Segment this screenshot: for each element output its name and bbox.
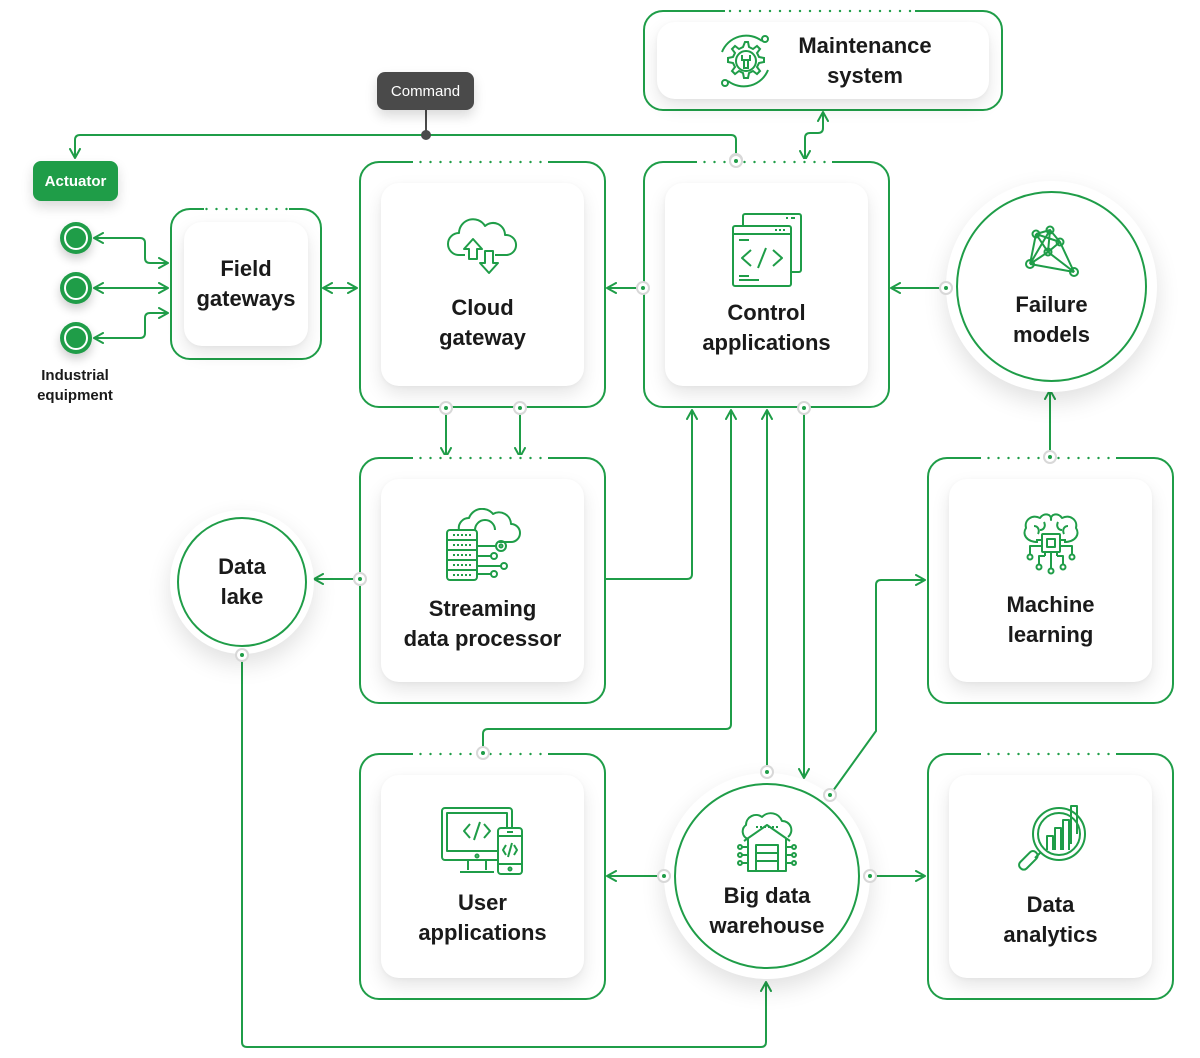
edge-equipment-1 [93, 232, 169, 269]
port-control-top-left-2 [729, 154, 743, 168]
user-applications-title: User applications [418, 889, 547, 945]
data-lake-title: Data lake [218, 554, 266, 609]
network-graph-icon [1024, 224, 1080, 280]
port-user-top [476, 746, 490, 760]
port-control-bottom [797, 401, 811, 415]
big-data-warehouse-node[interactable]: Big data warehouse [664, 773, 870, 979]
cloud-upload-download-icon [445, 217, 521, 279]
machine-learning-node[interactable]: Machine learning [927, 455, 1174, 704]
port-streaming-left [353, 572, 367, 586]
edge-control-maintenance [799, 111, 829, 161]
actuator-node[interactable]: Actuator [33, 161, 118, 201]
big-data-warehouse-title: Big data warehouse [709, 883, 825, 938]
port-lake-bottom [235, 648, 249, 662]
server-cloud-icon [445, 507, 521, 582]
cloud-warehouse-icon [736, 811, 798, 873]
edge-warehouse-to-ml [829, 574, 926, 796]
frame-dotted-gap [413, 159, 548, 165]
port-warehouse-top-right [823, 788, 837, 802]
actuator-label: Actuator [44, 172, 107, 190]
port-ml-top [1043, 450, 1057, 464]
user-applications-node[interactable]: User applications [359, 751, 606, 1000]
cloud-gateway-node[interactable]: Cloud gateway [359, 159, 606, 408]
streaming-data-processor-title: Streaming data processor [403, 595, 562, 651]
port-cloud-bottom-2 [513, 401, 527, 415]
desktop-mobile-code-icon [440, 806, 526, 878]
frame-dotted-gap [204, 206, 289, 212]
port-control-left [636, 281, 650, 295]
edge-control-to-actuator [69, 134, 737, 160]
frame-dotted-gap [697, 159, 832, 165]
edge-equipment-3 [93, 307, 169, 344]
port-cloud-bottom-1 [439, 401, 453, 415]
data-analytics-title: Data analytics [1003, 891, 1098, 947]
control-applications-node[interactable]: Control applications [643, 159, 890, 408]
brain-chip-icon [1018, 512, 1084, 578]
machine-learning-title: Machine learning [1006, 591, 1095, 647]
code-window-icon [731, 212, 803, 288]
industrial-equipment-2[interactable] [60, 272, 92, 304]
data-analytics-node[interactable]: Data analytics [927, 751, 1174, 1000]
port-warehouse-left [657, 869, 671, 883]
frame-dotted-gap [725, 8, 915, 14]
frame-dotted-gap [981, 751, 1116, 757]
industrial-equipment-1[interactable] [60, 222, 92, 254]
command-label: Command [377, 72, 474, 110]
edge-streaming-to-control [606, 409, 698, 580]
field-gateways-node[interactable]: Field gateways [170, 206, 322, 360]
failure-models-title: Failure models [1012, 291, 1091, 347]
cloud-gateway-title: Cloud gateway [439, 294, 526, 350]
control-applications-title: Control applications [702, 299, 831, 355]
port-warehouse-top [760, 765, 774, 779]
maintenance-system-title: Maintenance system [798, 32, 932, 88]
data-lake-node[interactable]: Data lake [170, 510, 314, 654]
magnifier-chart-icon [1013, 804, 1089, 878]
maintenance-system-node[interactable]: Maintenance system [643, 8, 1003, 111]
port-failure-left [939, 281, 953, 295]
command-junction [421, 130, 431, 140]
gear-wrench-icon [714, 30, 776, 92]
frame-dotted-gap [413, 455, 548, 461]
field-gateways-title: Field gateways [196, 256, 296, 311]
industrial-equipment-label: Industrial equipment [37, 367, 113, 404]
industrial-equipment-3[interactable] [60, 322, 92, 354]
port-warehouse-right [863, 869, 877, 883]
command-text: Command [390, 82, 461, 100]
streaming-data-processor-node[interactable]: Streaming data processor [359, 455, 606, 704]
failure-models-node[interactable]: Failure models [946, 181, 1157, 392]
